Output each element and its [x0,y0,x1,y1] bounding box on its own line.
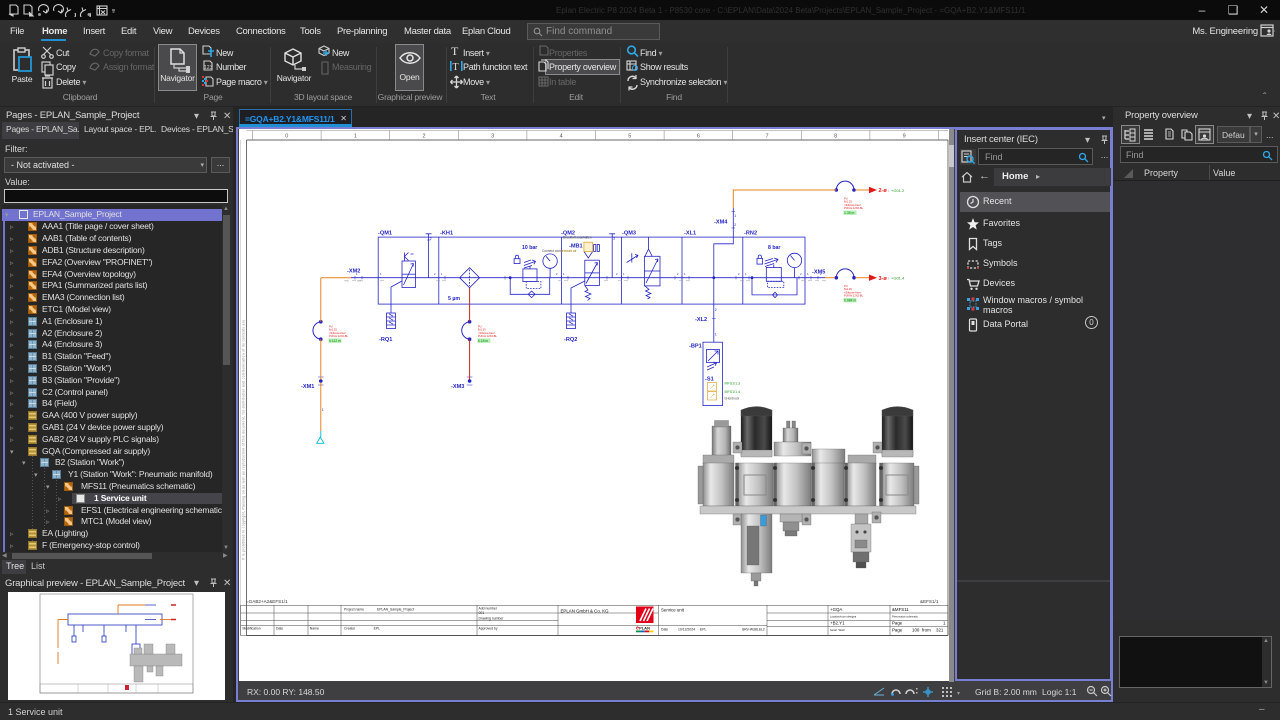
svg-text:1: 1 [354,134,357,140]
svg-text:-QM1: -QM1 [378,231,392,237]
svg-text:-S1: -S1 [705,377,714,383]
svg-text:4: 4 [560,134,563,140]
svg-text:Add number: Add number [479,607,498,611]
svg-text:+G01.4: +G01.4 [891,276,905,281]
svg-text:321: 321 [936,628,944,633]
svg-text:Connect compressed air: Connect compressed air [542,249,577,253]
svg-text:-RQ1: -RQ1 [379,337,392,343]
svg-text:T: T [451,45,459,58]
svg-text:Approved by: Approved by [479,627,498,631]
svg-text:9: 9 [903,134,906,140]
svg-text:1: 1 [734,214,736,218]
svg-text:-XL2: -XL2 [695,317,707,323]
svg-text:-RN2: -RN2 [744,231,757,237]
svg-text:+GQA: +GQA [830,607,842,612]
svg-text:from: from [922,628,931,633]
svg-text:1: 1 [322,408,324,412]
svg-text:1: 1 [715,333,717,337]
svg-text:-KH1: -KH1 [440,231,453,237]
svg-text:001: 001 [479,611,485,615]
svg-text:5: 5 [628,134,631,140]
svg-text:EPL: EPL [374,627,381,631]
svg-text:Service unit: Service unit [661,608,685,613]
svg-text:T: T [453,62,459,73]
svg-text:-XM5: -XM5 [812,270,825,276]
svg-text:Name: Name [310,627,319,631]
svg-text:Page: Page [892,628,903,633]
svg-text:-XM3: -XM3 [451,384,464,390]
svg-text:Location/room designa: Location/room designa [830,615,857,619]
svg-text:PUN-H 12X2-BL: PUN-H 12X2-BL [844,294,864,298]
svg-text:-XL1: -XL1 [684,231,696,237]
svg-text:5.18 m: 5.18 m [478,339,489,343]
svg-text:-XM2: -XM2 [347,269,360,275]
svg-text:Project name: Project name [344,608,364,612]
svg-text:10/12/2024: 10/12/2024 [678,628,695,632]
svg-text:Modification: Modification [243,627,261,631]
svg-text:Druckluft zuschalten: Druckluft zuschalten [563,236,592,240]
svg-text:100: 100 [912,628,920,633]
svg-text:=GAB2+A2&EFS1/1: =GAB2+A2&EFS1/1 [246,599,288,604]
svg-text:EPL: EPL [700,628,707,632]
svg-text:&MFS11: &MFS11 [892,607,909,612]
svg-text:8: 8 [834,134,837,140]
svg-text:PUN-H 12X2-BL: PUN-H 12X2-BL [478,334,498,338]
svg-text:2-ø: 2-ø [879,188,888,194]
svg-text:aux: aux [357,280,362,283]
svg-text:new: new [344,280,349,283]
svg-text:0: 0 [285,134,288,140]
svg-text:-QM3: -QM3 [622,231,636,237]
svg-text:+G01.2: +G01.2 [891,188,905,193]
svg-text:1.39 m: 1.39 m [844,211,855,215]
svg-text:SRV-W38L&L2: SRV-W38L&L2 [742,628,765,632]
svg-text:6: 6 [697,134,700,140]
svg-text:2: 2 [613,237,615,241]
svg-text:0.984 m: 0.984 m [844,298,856,302]
svg-text:2: 2 [734,223,736,227]
svg-text:-BP1: -BP1 [689,344,702,350]
svg-text:Creator: Creator [344,627,356,631]
svg-text:2: 2 [715,308,717,312]
svg-text:EPLAN GmbH & Co. KG: EPLAN GmbH & Co. KG [561,609,610,614]
svg-text:-RQ2: -RQ2 [564,337,577,343]
svg-text:Drawing number: Drawing number [479,617,505,621]
svg-text:5 µm: 5 µm [448,296,460,302]
svg-text:Serial: 'Work': Serial: 'Work' [830,628,846,632]
svg-text:MFS1/1.4: MFS1/1.4 [725,390,741,394]
svg-text:10 bar: 10 bar [522,245,537,251]
svg-text:MFS1/1.3: MFS1/1.3 [725,382,741,386]
svg-text:3: 3 [491,134,494,140]
svg-text:PUN-H 12X2-BL: PUN-H 12X2-BL [329,334,349,338]
svg-text:EPLAN_Sample_Project: EPLAN_Sample_Project [377,608,414,612]
svg-text:8 bar: 8 bar [768,245,780,251]
svg-text:0.112 m: 0.112 m [329,339,341,343]
svg-text:It is prohibited to copyright,: It is prohibited to copyright, Passing o… [242,320,246,560]
svg-text:PUN-H 12X2-BL: PUN-H 12X2-BL [844,206,864,210]
svg-text:+B2.Y1: +B2.Y1 [830,621,845,626]
svg-text:▾: ▾ [957,691,960,697]
svg-text:Date: Date [276,627,283,631]
svg-text:Pneumatics schematic: Pneumatics schematic [892,615,919,619]
svg-text:-XM1: -XM1 [301,384,314,390]
svg-text:2: 2 [422,134,425,140]
svg-text:-XM4: -XM4 [714,220,728,226]
svg-text:Date: Date [661,628,668,632]
svg-text:123: 123 [204,65,213,71]
svg-text:Page: Page [892,621,903,626]
svg-text:üHerdruck: üHerdruck [725,397,740,401]
svg-text:7: 7 [765,134,768,140]
svg-text:3-ø: 3-ø [879,276,888,282]
svg-text:2: 2 [430,237,432,241]
svg-text:&EFS1/1: &EFS1/1 [920,599,939,604]
